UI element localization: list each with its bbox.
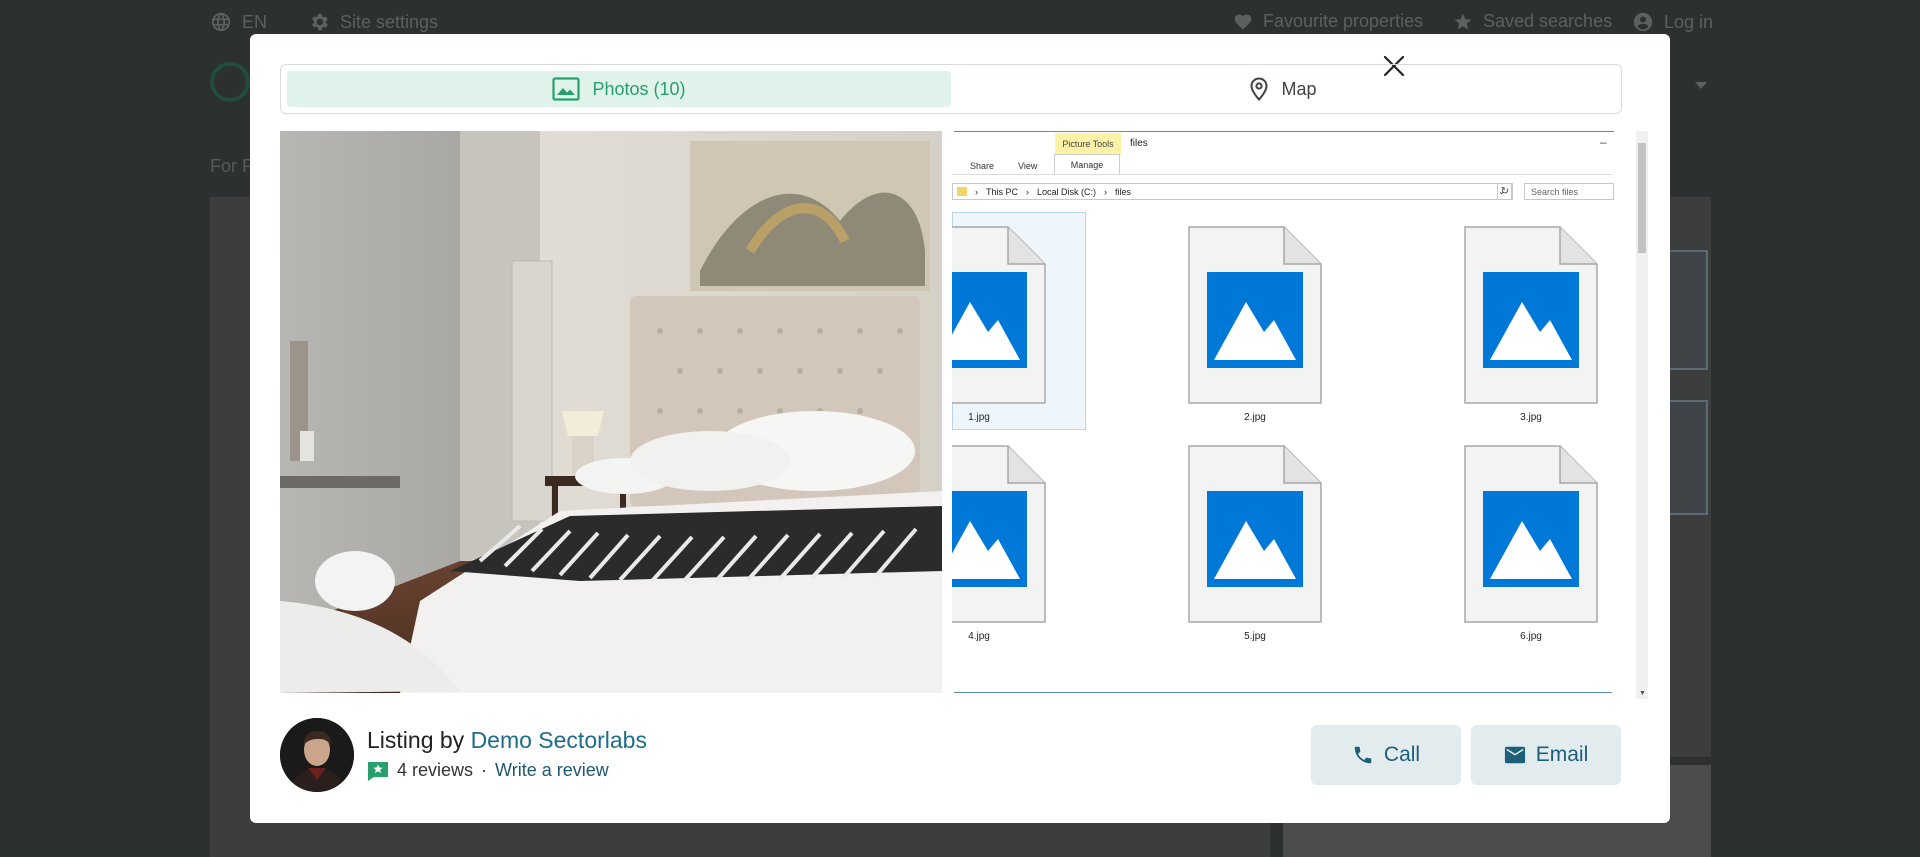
scrollbar-thumb[interactable] [1638,143,1646,253]
site-settings-label: Site settings [340,11,439,32]
gallery-photo-1[interactable] [280,131,942,693]
file-item[interactable]: 5.jpg [1188,445,1322,645]
explorer-bottom-border [954,692,1612,693]
scrollbar[interactable]: ▼ [1636,131,1648,699]
image-file-icon [952,226,1046,404]
agent-avatar[interactable] [280,718,354,792]
favourites-label: Favourite properties [1263,11,1424,31]
file-item[interactable]: 2.jpg [1188,226,1322,426]
ribbon-tab-view[interactable]: View [1018,161,1037,171]
file-name-label: 4.jpg [968,631,990,642]
user-circle-icon [1633,12,1653,32]
explorer-search-input[interactable]: Search files [1524,183,1614,200]
language-selector[interactable]: EN [210,11,267,33]
background-breadcrumb: For R [210,156,255,176]
reviews-count: 4 [397,760,408,780]
file-name-label: 6.jpg [1520,631,1542,642]
bedroom-photo [280,131,942,693]
image-file-icon [1188,445,1322,623]
file-name-label: 3.jpg [1520,412,1542,423]
heart-icon [1234,14,1252,29]
image-file-icon [1188,226,1322,404]
ribbon-tab-share[interactable]: Share [970,161,994,171]
gallery-tabs: Photos (10) Map [280,64,1622,114]
image-file-icon [1464,445,1598,623]
path-this-pc[interactable]: This PC [986,187,1018,197]
saved-searches-link[interactable]: Saved searches [1453,11,1612,32]
call-button[interactable]: Call [1311,725,1461,785]
listing-by-line: Listing by Demo Sectorlabs [367,727,647,754]
file-name-label: 2.jpg [1244,412,1266,423]
path-files[interactable]: files [1115,187,1131,197]
reviews-label: reviews [412,760,474,780]
image-icon [552,77,581,101]
login-link[interactable]: Log in [1632,11,1713,33]
gallery-photo-2[interactable]: Picture Tools files – Share View Manage … [952,131,1648,699]
saved-searches-label: Saved searches [1483,11,1613,31]
scroll-down-icon[interactable]: ▼ [1639,690,1646,697]
call-label: Call [1383,743,1421,766]
chevron-right-icon: › [1026,186,1030,197]
ribbon-group-label: Picture Tools [1055,133,1121,155]
agent-name-link[interactable]: Demo Sectorlabs [471,727,647,753]
chevron-right-icon: › [1104,186,1108,197]
language-label: EN [242,11,268,32]
tab-map-label: Map [1281,78,1317,99]
ribbon-tab-manage[interactable]: Manage [1054,154,1120,174]
file-item[interactable]: 6.jpg [1464,445,1598,645]
file-item[interactable]: 3.jpg [1464,226,1598,426]
favourites-link[interactable]: Favourite properties [1233,11,1423,32]
gear-icon [312,13,328,31]
reviews-line: 4 reviews · Write a review [367,760,609,781]
phone-icon [1354,746,1372,764]
background-dropdown-caret [1695,82,1707,89]
email-button[interactable]: Email [1471,725,1621,785]
globe-icon [211,12,231,32]
file-name-label: 1.jpg [968,412,990,423]
image-file-icon [1464,226,1598,404]
file-name-label: 5.jpg [1244,631,1266,642]
star-icon [1454,13,1472,29]
image-file-icon [952,445,1046,623]
path-local-disk[interactable]: Local Disk (C:) [1037,187,1096,197]
write-review-link[interactable]: Write a review [495,760,609,781]
address-bar[interactable]: › This PC › Local Disk (C:) › files ⌄ [952,183,1512,200]
tab-photos-label: Photos (10) [592,78,686,99]
file-item[interactable]: 1.jpg [952,226,1046,426]
chevron-right-icon: › [975,186,978,197]
ribbon-divider [952,174,1612,175]
background-logo [210,62,250,102]
folder-icon [957,187,967,196]
login-label: Log in [1664,11,1714,32]
email-label: Email [1535,743,1589,766]
envelope-icon [1504,746,1525,764]
explorer-window-title: files [1130,138,1148,149]
file-item[interactable]: 4.jpg [952,445,1046,645]
listing-by-prefix: Listing by [367,727,471,753]
site-settings-link[interactable]: Site settings [308,11,438,33]
map-pin-icon [1250,77,1268,101]
tab-photos[interactable]: Photos (10) [287,71,951,107]
minimize-icon[interactable]: – [1600,135,1607,149]
agent-portrait [280,718,354,792]
review-star-icon [368,761,388,781]
refresh-icon[interactable]: ↻ [1497,183,1513,200]
separator-dot: · [481,760,488,780]
tab-map[interactable]: Map [951,71,1615,107]
explorer-top-border [954,131,1614,132]
